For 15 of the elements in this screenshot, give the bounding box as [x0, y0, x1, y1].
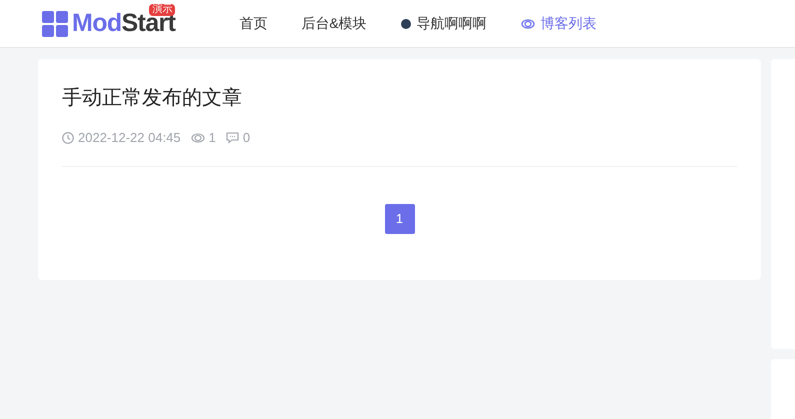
article-title[interactable]: 手动正常发布的文章 [62, 85, 737, 111]
demo-badge: 演示 [149, 4, 176, 16]
nav-link[interactable]: 后台&模块 [301, 13, 367, 34]
comment-count: 0 [242, 129, 250, 147]
nav-link[interactable]: 首页 [239, 13, 268, 34]
nav-link[interactable]: 博客列表 [520, 13, 597, 34]
post-date: 2022-12-22 04:45 [78, 129, 181, 147]
eye-icon [520, 18, 535, 28]
comment-icon [226, 132, 239, 144]
view-count: 1 [208, 129, 216, 147]
clock-icon [62, 132, 74, 144]
page-button[interactable]: 1 [384, 204, 414, 234]
logo-grid-icon [42, 10, 68, 36]
nav-link[interactable]: 导航啊啊啊 [400, 13, 487, 34]
eye-icon [190, 132, 205, 143]
